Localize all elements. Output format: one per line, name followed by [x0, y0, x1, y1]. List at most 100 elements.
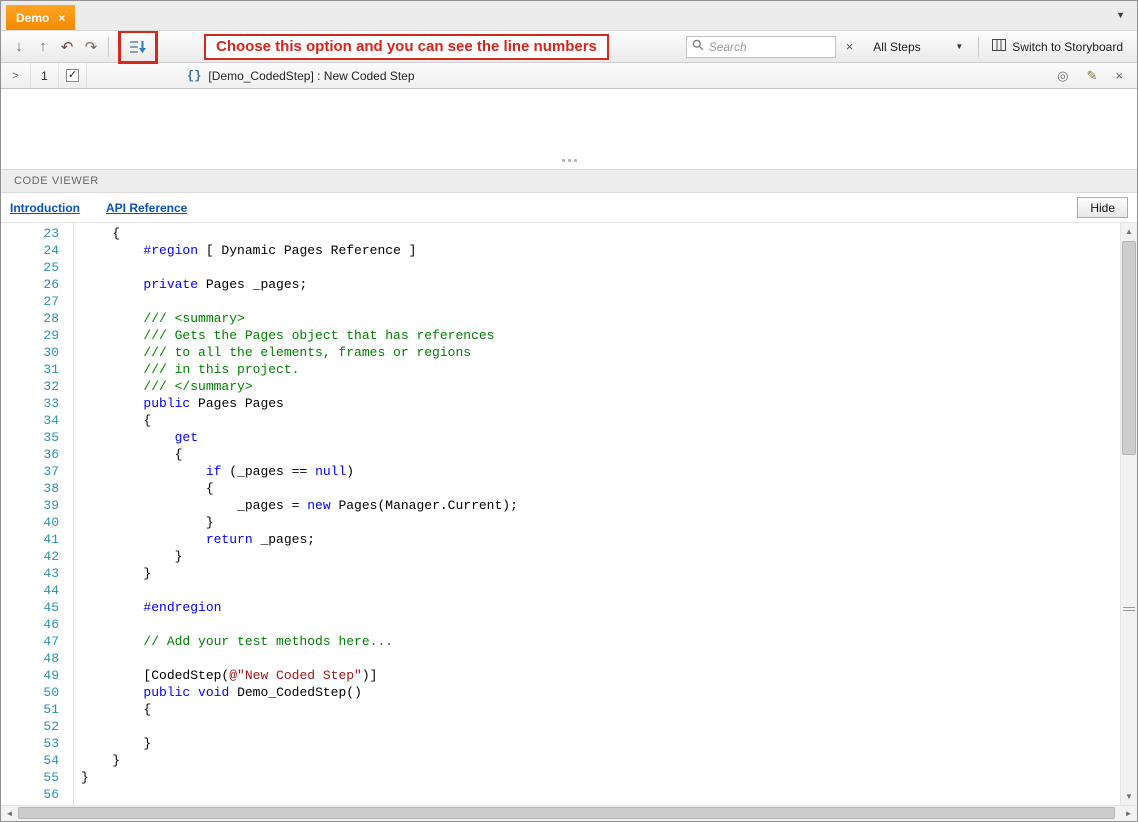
line-text: _pages = new Pages(Manager.Current); [81, 498, 518, 513]
code-line: 49 [CodedStep(@"New Coded Step")] [1, 667, 1119, 684]
code-line: 45 #endregion [1, 599, 1119, 616]
coded-step-icon: {} [187, 68, 202, 83]
code-line: 52 [1, 718, 1119, 735]
scroll-position-marker[interactable] [1123, 607, 1135, 613]
code-line: 34 { [1, 412, 1119, 429]
search-box[interactable] [685, 35, 836, 58]
steps-filter-label: All Steps [873, 39, 921, 54]
vertical-scrollbar[interactable]: ▲ ▼ [1120, 223, 1137, 805]
code-line: 42 } [1, 548, 1119, 565]
step-target-icon[interactable]: ◎ [1057, 68, 1068, 84]
code-line: 32 /// </summary> [1, 378, 1119, 395]
line-text: { [81, 413, 152, 428]
line-number: 43 [43, 566, 59, 581]
line-text [67, 259, 81, 276]
line-text [67, 582, 81, 599]
hide-button[interactable]: Hide [1077, 197, 1128, 218]
show-line-numbers-icon[interactable] [126, 35, 150, 59]
line-text [67, 293, 81, 310]
line-text: get [174, 430, 199, 445]
splitter-dot [561, 158, 565, 162]
code-line: 44 [1, 582, 1119, 599]
code-line: 56 [1, 786, 1119, 803]
line-number: 23 [43, 226, 59, 241]
line-number: 25 [43, 260, 59, 275]
step-number: 1 [31, 63, 59, 88]
code-line: 50 public void Demo_CodedStep() [1, 684, 1119, 701]
horizontal-scrollbar-thumb[interactable] [18, 807, 1115, 819]
steps-filter-dropdown[interactable]: All Steps ▼ [863, 40, 973, 54]
scroll-left-icon[interactable]: ◄ [1, 806, 18, 821]
tab-close-icon[interactable]: × [58, 11, 65, 25]
code-line: 33 public Pages Pages [1, 395, 1119, 412]
app-window: Demo × ▼ ↓ ↑ ↶ ↷ Choose this option and … [0, 0, 1138, 822]
line-number: 49 [43, 668, 59, 683]
tab-demo[interactable]: Demo × [6, 5, 76, 30]
line-text: } [81, 549, 183, 564]
line-text: /// Gets the Pages object that has refer… [81, 328, 495, 343]
line-number: 55 [43, 770, 59, 785]
tab-overflow-icon[interactable]: ▼ [1116, 10, 1125, 20]
switch-to-storyboard-button[interactable]: Switch to Storyboard [984, 39, 1131, 54]
line-number: 53 [43, 736, 59, 751]
line-text: if (_pages == null) [205, 464, 355, 479]
move-step-down-icon[interactable]: ↓ [7, 35, 31, 59]
clear-search-icon[interactable]: × [846, 39, 854, 54]
move-step-up-icon[interactable]: ↑ [31, 35, 55, 59]
step-expander-icon[interactable]: > [1, 63, 31, 88]
step-row[interactable]: > 1 ✓ {} [Demo_CodedStep] : New Coded St… [1, 63, 1137, 89]
line-number: 51 [43, 702, 59, 717]
line-number: 45 [43, 600, 59, 615]
line-number: 31 [43, 362, 59, 377]
splitter-dot [573, 158, 577, 162]
line-number: 56 [43, 787, 59, 802]
splitter-handle[interactable] [1, 151, 1137, 169]
code-line: 29 /// Gets the Pages object that has re… [1, 327, 1119, 344]
line-number: 41 [43, 532, 59, 547]
code-line: 24 #region [ Dynamic Pages Reference ] [1, 242, 1119, 259]
horizontal-scrollbar[interactable]: ◄ ► [1, 805, 1137, 821]
code-line: 40 } [1, 514, 1119, 531]
scroll-up-icon[interactable]: ▲ [1121, 223, 1137, 240]
step-label: [Demo_CodedStep] : New Coded Step [208, 68, 415, 83]
line-number: 38 [43, 481, 59, 496]
line-text: } [81, 515, 214, 530]
toolbar-separator [108, 36, 109, 57]
search-icon [692, 38, 704, 56]
vertical-scrollbar-thumb[interactable] [1122, 241, 1136, 455]
code-line: 27 [1, 293, 1119, 310]
scroll-down-icon[interactable]: ▼ [1121, 788, 1137, 805]
code-line: 31 /// in this project. [1, 361, 1119, 378]
line-text: /// to all the elements, frames or regio… [81, 345, 472, 360]
line-text: public Pages Pages [143, 396, 284, 411]
line-number: 32 [43, 379, 59, 394]
line-text: /// </summary> [81, 379, 253, 394]
line-text: /// <summary> [81, 311, 245, 326]
step-checkbox[interactable]: ✓ [66, 69, 79, 82]
line-text: #endregion [143, 600, 222, 615]
line-number: 34 [43, 413, 59, 428]
step-delete-icon[interactable]: × [1115, 68, 1123, 83]
line-number: 33 [43, 396, 59, 411]
undo-icon[interactable]: ↶ [55, 35, 79, 59]
code-editor[interactable]: 23 {24 #region [ Dynamic Pages Reference… [1, 223, 1137, 805]
code-line: 53 } [1, 735, 1119, 752]
code-line: 48 [1, 650, 1119, 667]
code-line: 39 _pages = new Pages(Manager.Current); [1, 497, 1119, 514]
step-edit-icon[interactable]: ✎ [1087, 68, 1098, 84]
line-text: /// in this project. [81, 362, 300, 377]
steps-empty-area [1, 89, 1137, 151]
line-number: 37 [43, 464, 59, 479]
introduction-link[interactable]: Introduction [10, 201, 80, 215]
line-text: return _pages; [205, 532, 316, 547]
tab-title: Demo [16, 10, 50, 25]
scroll-right-icon[interactable]: ► [1120, 806, 1137, 821]
search-input[interactable] [708, 39, 830, 54]
code-line: 23 { [1, 225, 1119, 242]
api-reference-link[interactable]: API Reference [106, 201, 187, 215]
code-line: 38 { [1, 480, 1119, 497]
line-number: 46 [43, 617, 59, 632]
line-text: { [81, 481, 214, 496]
code-lines: 23 {24 #region [ Dynamic Pages Reference… [1, 225, 1119, 803]
redo-icon[interactable]: ↷ [79, 35, 103, 59]
